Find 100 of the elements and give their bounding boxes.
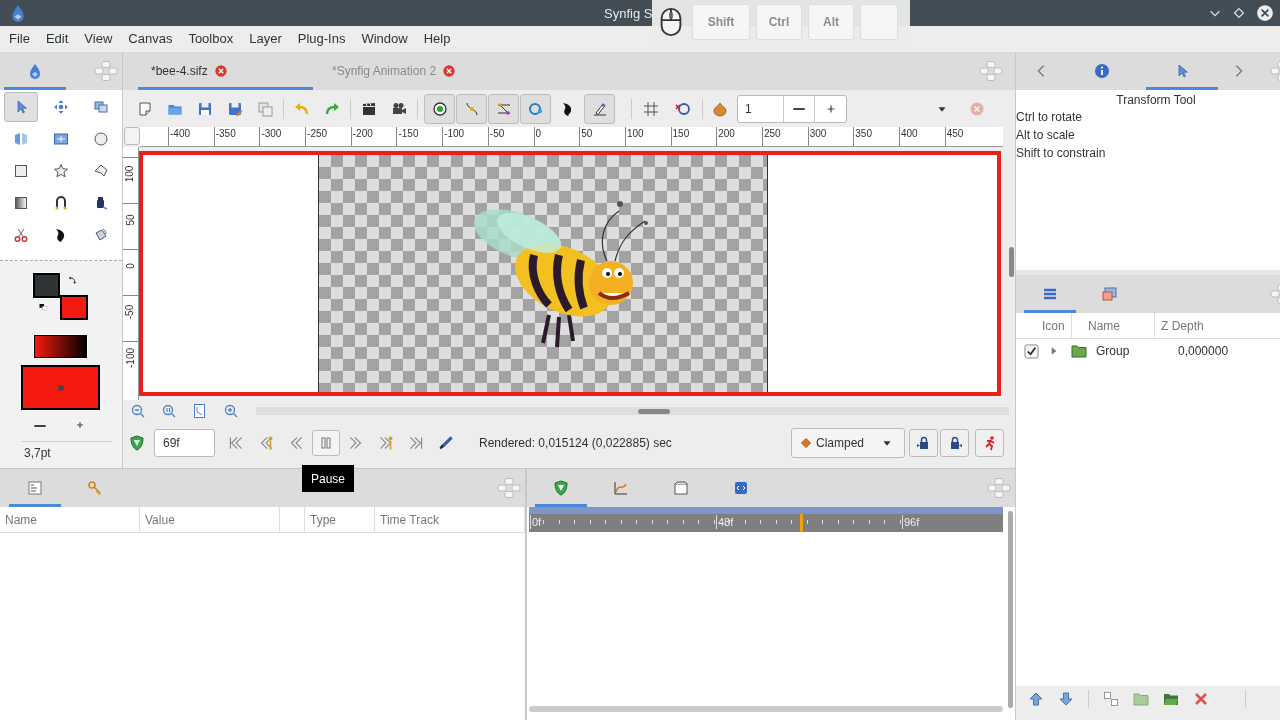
dock-handle-icon[interactable]: [987, 478, 1011, 498]
document-tab[interactable]: *bee-4.sifz: [138, 52, 313, 90]
app-logo-icon: [9, 4, 27, 22]
close-icon[interactable]: [1256, 4, 1274, 22]
brush-size-field[interactable]: 3,7pt: [22, 441, 112, 463]
move-icon: [53, 99, 69, 115]
reset-colors-icon[interactable]: [38, 301, 50, 313]
target-icon: [431, 100, 448, 117]
ring-toggle-button[interactable]: [520, 93, 551, 124]
column-header[interactable]: Time Track: [380, 510, 439, 529]
ruler-label: 50: [580, 127, 593, 141]
menu-item[interactable]: Plug-Ins: [297, 29, 346, 49]
floppy-icon[interactable]: [197, 100, 213, 117]
circle-icon: [93, 131, 109, 147]
clapperboard-icon[interactable]: [361, 100, 377, 117]
dock-handle-icon[interactable]: [497, 478, 521, 498]
menu-item[interactable]: Help: [423, 29, 451, 49]
fill-color-swatch[interactable]: [60, 295, 88, 320]
brush-preview[interactable]: [21, 365, 100, 410]
layer-name[interactable]: Group: [1096, 342, 1178, 360]
toolbox-tab-icon[interactable]: [27, 63, 43, 79]
brush-icon[interactable]: [437, 434, 455, 452]
zoom-out-icon[interactable]: [130, 403, 146, 419]
menu-item[interactable]: Canvas: [128, 29, 173, 49]
column-header[interactable]: Name: [5, 510, 37, 529]
pause-button[interactable]: [312, 430, 340, 456]
menu-item[interactable]: Layer: [249, 29, 282, 49]
delete-icon[interactable]: [1193, 691, 1209, 707]
minus-icon[interactable]: [34, 425, 46, 427]
frame-field[interactable]: 69f: [154, 429, 215, 457]
outline-color-swatch[interactable]: [33, 273, 60, 298]
animation-mode-button[interactable]: [975, 429, 1004, 457]
time-ruler[interactable]: 0f 48f 96f: [529, 507, 1003, 532]
checkbox-icon[interactable]: [1023, 343, 1039, 359]
ruler-label: -100: [443, 127, 465, 141]
onion-icon[interactable]: [712, 100, 728, 117]
menu-item[interactable]: Edit: [45, 29, 69, 49]
gradient-swatch[interactable]: [34, 335, 87, 358]
zoom-fit-icon[interactable]: [192, 403, 208, 419]
menu-item[interactable]: Window: [361, 29, 408, 49]
pointer-tool-button[interactable]: [4, 92, 38, 122]
column-header[interactable]: Value: [145, 510, 175, 529]
folder-icon[interactable]: [1133, 691, 1149, 707]
menu-item[interactable]: Toolbox: [188, 29, 234, 49]
tool-hint: Shift to constrain: [1016, 145, 1107, 162]
column-header[interactable]: Z Depth: [1161, 316, 1204, 335]
ruler-label: -400: [169, 127, 190, 141]
ruler-label: -50: [488, 127, 505, 141]
horizontal-scrollbar[interactable]: [529, 706, 1003, 712]
handles-toggle-button[interactable]: [488, 93, 519, 124]
lock-future-button[interactable]: [940, 429, 969, 457]
maximize-icon[interactable]: [1232, 6, 1246, 20]
target-toggle-button[interactable]: [424, 93, 455, 124]
ruler-label: 300: [808, 127, 827, 141]
frame-label: 96f: [902, 515, 920, 529]
layers-icon: [1042, 286, 1058, 302]
floppy-pencil-icon[interactable]: [227, 100, 243, 117]
column-header[interactable]: Icon: [1042, 316, 1065, 335]
duplicate-icon[interactable]: [1103, 691, 1119, 707]
lock-past-button[interactable]: [909, 429, 938, 457]
horizontal-scrollbar[interactable]: [256, 407, 1009, 415]
snap-icon[interactable]: [675, 100, 691, 117]
close-icon[interactable]: [442, 64, 457, 78]
shield-icon[interactable]: [129, 435, 145, 451]
dock-handle-icon[interactable]: [94, 61, 118, 81]
grid-icon[interactable]: [643, 100, 659, 117]
zoom-in-icon[interactable]: [223, 403, 239, 419]
menu-item[interactable]: File: [9, 29, 30, 49]
ruler-label: -100: [124, 348, 137, 368]
ruler-label: -300: [260, 127, 282, 141]
column-header[interactable]: Name: [1088, 316, 1120, 335]
vertical-scrollbar[interactable]: [1007, 511, 1013, 708]
time-cursor[interactable]: [800, 514, 804, 532]
lower-layer-icon[interactable]: [1058, 691, 1074, 707]
curve-toggle-button[interactable]: [456, 93, 487, 124]
pencil-toggle-button[interactable]: [584, 93, 615, 124]
tab-indicator: [4, 87, 66, 90]
box-icon: [673, 480, 689, 496]
column-header[interactable]: Type: [310, 510, 336, 529]
scrollbar-thumb[interactable]: [1008, 247, 1014, 277]
redo-icon[interactable]: [324, 100, 340, 117]
plus-icon[interactable]: [74, 419, 86, 431]
key-cap: Shift: [692, 4, 750, 40]
scissors-icon: [13, 227, 29, 243]
open-folder-icon[interactable]: [1163, 691, 1179, 707]
stacked-floppies-icon[interactable]: [257, 100, 273, 117]
close-icon[interactable]: [213, 64, 228, 78]
interpolation-dropdown[interactable]: Clamped: [791, 428, 905, 458]
ruler-label: 150: [671, 127, 690, 141]
new-file-icon[interactable]: [137, 100, 153, 117]
tool-hint: Ctrl to rotate: [1016, 109, 1084, 126]
dock-handle-icon[interactable]: [979, 61, 1003, 81]
menu-item[interactable]: View: [84, 29, 113, 49]
next-keyframe-icon[interactable]: [377, 434, 395, 452]
camera-icon[interactable]: [391, 100, 407, 117]
first-frame-icon[interactable]: [227, 434, 245, 452]
ruler-label: -200: [351, 127, 373, 141]
zoom-reset-icon[interactable]: [161, 403, 177, 419]
raise-layer-icon[interactable]: [1028, 691, 1044, 707]
last-frame-icon[interactable]: [407, 434, 425, 452]
